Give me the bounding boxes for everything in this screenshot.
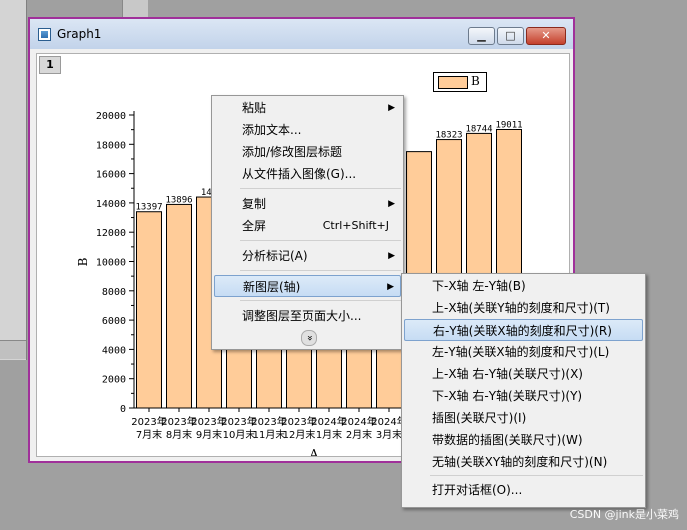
y-tick-label: 6000 bbox=[102, 316, 126, 327]
window-titlebar[interactable]: Graph1 ▁ □ ✕ bbox=[30, 19, 573, 49]
context-menu-item[interactable]: 分析标记(A) ▶ bbox=[214, 245, 401, 267]
submenu-item[interactable]: 右-Y轴(关联X轴的刻度和尺寸)(R) bbox=[404, 319, 643, 341]
menu-item-label: 复制 bbox=[242, 197, 267, 211]
x-tick-label-month: 10月末 bbox=[223, 428, 256, 441]
menu-separator bbox=[240, 270, 401, 271]
y-tick-label: 2000 bbox=[102, 375, 126, 386]
submenu-arrow-icon: ▶ bbox=[388, 103, 395, 113]
menu-item-label: 调整图层至页面大小... bbox=[242, 309, 362, 323]
menu-item-label: 右-Y轴(关联X轴的刻度和尺寸)(R) bbox=[433, 324, 612, 338]
menu-item-label: 新图层(轴) bbox=[243, 280, 301, 294]
x-tick-label-month: 9月末 bbox=[196, 428, 222, 441]
context-menu-item[interactable]: 从文件插入图像(G)... bbox=[214, 163, 401, 185]
context-menu-item[interactable]: 全屏 Ctrl+Shift+J bbox=[214, 215, 401, 237]
menu-item-label: 插图(关联尺寸)(I) bbox=[432, 411, 527, 425]
menu-separator bbox=[240, 300, 401, 301]
submenu-arrow-icon: ▶ bbox=[388, 199, 395, 209]
menu-item-label: 上-X轴 右-Y轴(关联尺寸)(X) bbox=[432, 367, 583, 381]
x-tick-label-month: 3月末 bbox=[376, 428, 402, 441]
submenu-arrow-icon: ▶ bbox=[387, 282, 394, 292]
menu-item-label: 添加文本... bbox=[242, 123, 302, 137]
legend-label: B bbox=[471, 74, 480, 88]
x-axis-label: A bbox=[309, 447, 319, 456]
menu-item-label: 粘贴 bbox=[242, 101, 267, 115]
y-tick-label: 20000 bbox=[96, 111, 126, 122]
context-menu-item[interactable]: 粘贴 ▶ bbox=[214, 97, 401, 119]
y-tick-label: 10000 bbox=[96, 258, 126, 269]
menu-item-label: 左-Y轴(关联X轴的刻度和尺寸)(L) bbox=[432, 345, 610, 359]
context-menu-item[interactable]: 新图层(轴) ▶ bbox=[214, 275, 401, 297]
menu-item-label: 打开对话框(O)... bbox=[432, 483, 523, 497]
menu-item-label: 全屏 bbox=[242, 219, 267, 233]
data-label: 18744 bbox=[465, 124, 492, 134]
menu-separator bbox=[240, 240, 401, 241]
x-tick-label-month: 2月末 bbox=[346, 428, 372, 441]
y-axis-label: B bbox=[76, 257, 90, 266]
y-tick-label: 4000 bbox=[102, 345, 126, 356]
bar bbox=[136, 211, 162, 409]
menu-item-label: 分析标记(A) bbox=[242, 249, 308, 263]
submenu-item[interactable]: 带数据的插图(关联尺寸)(W) bbox=[404, 429, 643, 451]
data-label: 19011 bbox=[495, 120, 522, 130]
submenu-item[interactable]: 上-X轴(关联Y轴的刻度和尺寸)(T) bbox=[404, 297, 643, 319]
submenu-item[interactable]: 下-X轴 右-Y轴(关联尺寸)(Y) bbox=[404, 385, 643, 407]
legend-swatch bbox=[438, 76, 468, 89]
menu-item-label: 上-X轴(关联Y轴的刻度和尺寸)(T) bbox=[432, 301, 610, 315]
menu-item-shortcut: Ctrl+Shift+J bbox=[322, 219, 389, 232]
y-tick-label: 0 bbox=[120, 404, 126, 415]
x-tick-label-month: 12月末 bbox=[283, 428, 316, 441]
y-tick-label: 16000 bbox=[96, 170, 126, 181]
context-menu[interactable]: 粘贴 ▶ 添加文本... 添加/修改图层标题 从文件插入图像(G)... 复制 ▶ 全屏 Ctr… bbox=[211, 95, 404, 350]
x-tick-label-month: 7月末 bbox=[136, 428, 162, 441]
submenu-item[interactable]: 打开对话框(O)... bbox=[404, 479, 643, 501]
background-panel-bar bbox=[0, 340, 26, 359]
window-title: Graph1 bbox=[57, 27, 102, 41]
submenu-item[interactable]: 下-X轴 左-Y轴(B) bbox=[404, 275, 643, 297]
menu-item-label: 从文件插入图像(G)... bbox=[242, 167, 357, 181]
submenu-item[interactable]: 上-X轴 右-Y轴(关联尺寸)(X) bbox=[404, 363, 643, 385]
chart-legend[interactable]: B bbox=[433, 72, 487, 92]
data-label: 13397 bbox=[135, 203, 162, 213]
menu-item-label: 无轴(关联XY轴的刻度和尺寸)(N) bbox=[432, 455, 608, 469]
y-tick-label: 12000 bbox=[96, 228, 126, 239]
submenu-arrow-icon: ▶ bbox=[388, 251, 395, 261]
menu-expand-icon[interactable]: » bbox=[301, 330, 317, 346]
x-tick-label-month: 8月末 bbox=[166, 428, 192, 441]
menu-item-label: 下-X轴 右-Y轴(关联尺寸)(Y) bbox=[432, 389, 583, 403]
background-panel bbox=[0, 0, 27, 360]
minimize-button[interactable]: ▁ bbox=[468, 27, 495, 45]
context-menu-item[interactable]: 添加/修改图层标题 bbox=[214, 141, 401, 163]
menu-item-label: 添加/修改图层标题 bbox=[242, 145, 343, 159]
maximize-button[interactable]: □ bbox=[497, 27, 524, 45]
y-tick-label: 8000 bbox=[102, 287, 126, 298]
y-tick-label: 18000 bbox=[96, 140, 126, 151]
menu-separator bbox=[240, 188, 401, 189]
submenu-item[interactable]: 无轴(关联XY轴的刻度和尺寸)(N) bbox=[404, 451, 643, 473]
menu-item-label: 下-X轴 左-Y轴(B) bbox=[432, 279, 526, 293]
submenu-item[interactable]: 左-Y轴(关联X轴的刻度和尺寸)(L) bbox=[404, 341, 643, 363]
menu-item-label: 带数据的插图(关联尺寸)(W) bbox=[432, 433, 583, 447]
menu-separator bbox=[430, 475, 643, 476]
x-tick-label-month: 1月末 bbox=[316, 428, 342, 441]
submenu-item[interactable]: 插图(关联尺寸)(I) bbox=[404, 407, 643, 429]
context-menu-item[interactable]: 添加文本... bbox=[214, 119, 401, 141]
data-label: 18323 bbox=[435, 131, 462, 141]
new-layer-submenu[interactable]: 下-X轴 左-Y轴(B) 上-X轴(关联Y轴的刻度和尺寸)(T) 右-Y轴(关联X轴… bbox=[401, 273, 646, 508]
close-button[interactable]: ✕ bbox=[526, 27, 566, 45]
graph-app-icon bbox=[38, 28, 51, 41]
watermark: CSDN @jink是小菜鸡 bbox=[569, 508, 679, 521]
bar bbox=[166, 203, 192, 409]
context-menu-item[interactable]: 调整图层至页面大小... bbox=[214, 305, 401, 327]
data-label: 13896 bbox=[165, 195, 192, 205]
y-tick-label: 14000 bbox=[96, 199, 126, 210]
context-menu-item[interactable]: 复制 ▶ bbox=[214, 193, 401, 215]
x-tick-label-month: 11月末 bbox=[253, 428, 286, 441]
